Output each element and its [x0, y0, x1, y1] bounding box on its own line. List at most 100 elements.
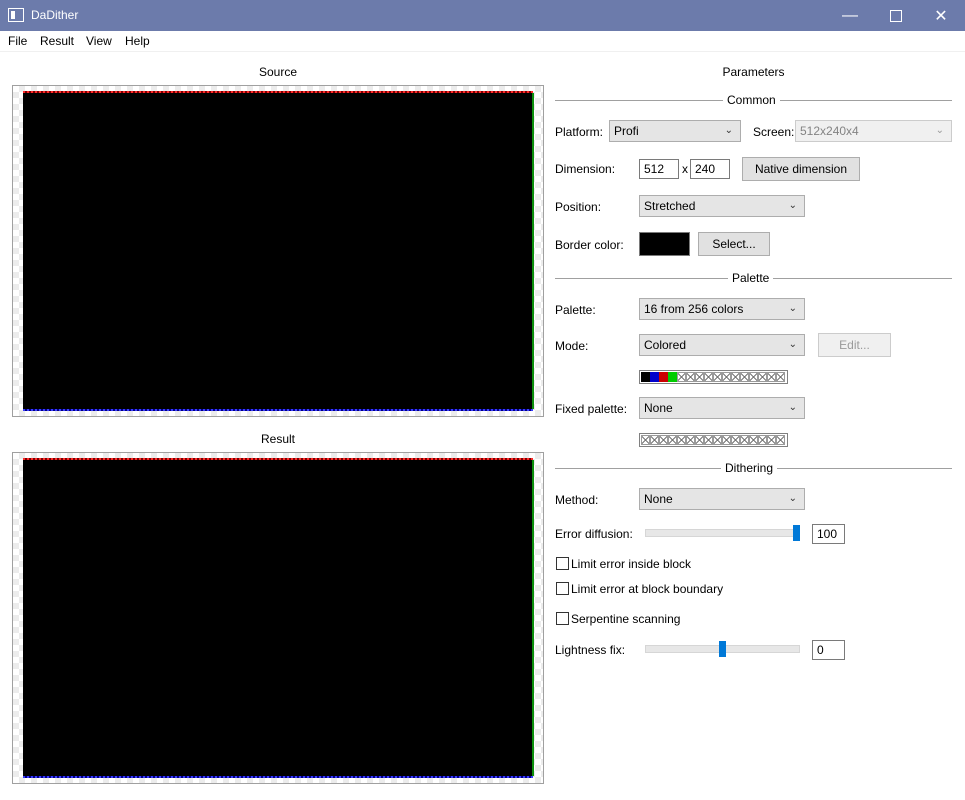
lightness-fix-slider[interactable] [645, 641, 800, 657]
empty-swatch [731, 435, 740, 445]
mode-select[interactable]: Colored ⌄ [639, 334, 805, 356]
source-image [23, 92, 533, 410]
source-image-view[interactable] [12, 85, 544, 417]
screen-label: Screen: [753, 125, 795, 139]
result-bottom-edge [23, 776, 533, 778]
chevron-down-icon: ⌄ [788, 303, 797, 314]
minimize-icon: — [842, 6, 858, 24]
fixed-palette-swatches [639, 433, 788, 447]
common-header: Common [555, 93, 952, 107]
result-image-view[interactable] [12, 452, 544, 784]
platform-select[interactable]: Profi ⌄ [609, 120, 741, 142]
palette-color-swatch [650, 372, 659, 382]
limit-inside-label: Limit error inside block [571, 557, 692, 571]
palette-header: Palette [555, 271, 952, 285]
empty-swatch [740, 372, 749, 382]
empty-swatch [722, 435, 731, 445]
app-icon [8, 8, 24, 22]
position-select[interactable]: Stretched ⌄ [639, 195, 805, 217]
select-color-button[interactable]: Select... [698, 232, 770, 256]
empty-swatch [686, 372, 695, 382]
empty-swatch [767, 435, 776, 445]
lightness-fix-input[interactable]: 0 [812, 640, 845, 660]
palette-select[interactable]: 16 from 256 colors ⌄ [639, 298, 805, 320]
serpentine-checkbox[interactable] [556, 612, 569, 625]
mode-label: Mode: [555, 339, 589, 353]
empty-swatch [776, 435, 785, 445]
empty-swatch [749, 435, 758, 445]
window-title: DaDither [31, 8, 79, 22]
native-dimension-button[interactable]: Native dimension [742, 157, 860, 181]
lightness-fix-thumb[interactable] [719, 641, 726, 657]
chevron-down-icon: ⌄ [724, 125, 733, 136]
error-diffusion-input[interactable]: 100 [812, 524, 845, 544]
result-right-edge [532, 460, 534, 776]
error-diffusion-track [645, 529, 800, 537]
source-right-edge [532, 93, 534, 409]
palette-swatches [639, 370, 788, 384]
menu-result[interactable]: Result [40, 34, 74, 48]
screen-select: 512x240x4 ⌄ [795, 120, 952, 142]
palette-color-swatch [659, 372, 668, 382]
chevron-down-icon: ⌄ [788, 339, 797, 350]
source-bottom-edge [23, 409, 533, 411]
palette-label: Palette: [555, 303, 596, 317]
parameters-title: Parameters [722, 65, 785, 79]
minimize-button[interactable]: — [827, 0, 873, 31]
empty-swatch [641, 435, 650, 445]
serpentine-label: Serpentine scanning [571, 612, 681, 626]
error-diffusion-slider[interactable] [645, 525, 800, 541]
position-label: Position: [555, 200, 602, 214]
menu-view[interactable]: View [86, 34, 112, 48]
menu-help[interactable]: Help [125, 34, 150, 48]
empty-swatch [677, 372, 686, 382]
close-button[interactable]: ✕ [918, 0, 964, 31]
fixed-palette-label: Fixed palette: [555, 402, 628, 416]
empty-swatch [659, 435, 668, 445]
method-label: Method: [555, 493, 599, 507]
menu-file[interactable]: File [8, 34, 27, 48]
empty-swatch [722, 372, 731, 382]
dimension-separator: x [682, 162, 688, 176]
error-diffusion-thumb[interactable] [793, 525, 800, 541]
empty-swatch [686, 435, 695, 445]
empty-swatch [704, 435, 713, 445]
empty-swatch [776, 372, 785, 382]
empty-swatch [695, 435, 704, 445]
empty-swatch [740, 435, 749, 445]
empty-swatch [713, 435, 722, 445]
empty-swatch [677, 435, 686, 445]
fixed-palette-select[interactable]: None ⌄ [639, 397, 805, 419]
palette-color-swatch [668, 372, 677, 382]
chevron-down-icon: ⌄ [935, 125, 944, 136]
source-title: Source [258, 65, 298, 79]
result-top-edge [23, 458, 533, 460]
limit-boundary-label: Limit error at block boundary [571, 582, 724, 596]
empty-swatch [731, 372, 740, 382]
maximize-button[interactable] [873, 0, 919, 31]
chevron-down-icon: ⌄ [788, 493, 797, 504]
dimension-height-input[interactable]: 240 [690, 159, 730, 179]
empty-swatch [695, 372, 704, 382]
maximize-icon [890, 9, 902, 22]
limit-boundary-checkbox[interactable] [556, 582, 569, 595]
result-image [23, 459, 533, 777]
error-diffusion-label: Error diffusion: [555, 527, 633, 541]
empty-swatch [758, 435, 767, 445]
dimension-width-input[interactable]: 512 [639, 159, 679, 179]
title-bar: DaDither — ✕ [0, 0, 965, 31]
chevron-down-icon: ⌄ [788, 402, 797, 413]
limit-inside-checkbox[interactable] [556, 557, 569, 570]
palette-color-swatch [641, 372, 650, 382]
empty-swatch [713, 372, 722, 382]
empty-swatch [704, 372, 713, 382]
platform-label: Platform: [555, 125, 604, 139]
empty-swatch [650, 435, 659, 445]
dimension-label: Dimension: [555, 162, 616, 176]
border-color-swatch[interactable] [639, 232, 690, 256]
edit-palette-button: Edit... [818, 333, 891, 357]
method-select[interactable]: None ⌄ [639, 488, 805, 510]
source-top-edge [23, 91, 533, 93]
empty-swatch [758, 372, 767, 382]
border-color-label: Border color: [555, 238, 624, 252]
